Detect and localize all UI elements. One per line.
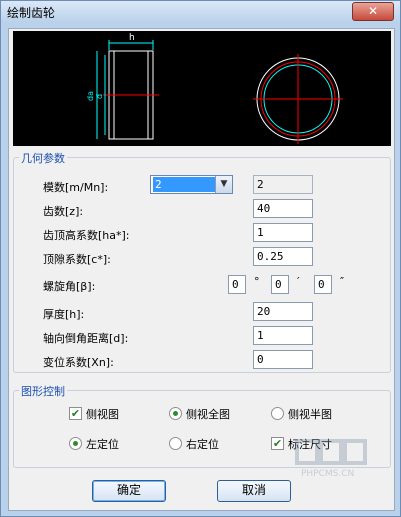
left-position-label: 左定位 xyxy=(86,438,119,451)
helix-degrees-input[interactable]: 0 xyxy=(228,275,246,294)
dim-d-label: d xyxy=(95,94,104,99)
dimension-checkbox[interactable]: ✔ xyxy=(271,437,284,450)
thickness-label: 厚度[h]: xyxy=(43,308,85,321)
side-half-radio[interactable] xyxy=(271,407,284,420)
watermark-graphic: PHPCMS.CN xyxy=(295,439,367,479)
side-view-label: 侧视图 xyxy=(86,408,119,421)
dim-h-label: h xyxy=(129,33,135,43)
close-icon: ✕ xyxy=(367,4,379,18)
watermark-logo: PHPCMS.CN xyxy=(291,437,381,479)
geometry-legend: 几何参数 xyxy=(19,150,67,166)
gear-preview: h da d xyxy=(13,31,391,146)
side-full-radio[interactable] xyxy=(169,407,182,420)
window-title: 绘制齿轮 xyxy=(7,6,56,20)
side-half-label: 侧视半图 xyxy=(288,408,332,421)
helix-degree-symbol: ° xyxy=(254,275,260,288)
helix-label: 螺旋角[β]: xyxy=(43,280,96,293)
helix-seconds-input[interactable]: 0 xyxy=(314,275,332,294)
dialog-window: 绘制齿轮 ✕ h da d 几何参数 模数[m/Mn]: 2 ▼ 2 齿数[z]… xyxy=(0,0,401,517)
helix-second-symbol: ″ xyxy=(340,275,345,288)
dim-da-label: da xyxy=(86,91,95,101)
title-bar[interactable]: 绘制齿轮 ✕ xyxy=(1,1,400,23)
left-position-radio[interactable] xyxy=(69,437,82,450)
chevron-down-icon[interactable]: ▼ xyxy=(215,176,232,193)
right-position-radio[interactable] xyxy=(169,437,182,450)
chamfer-input[interactable]: 1 xyxy=(253,326,313,345)
addendum-input[interactable]: 1 xyxy=(253,223,313,242)
module-select[interactable]: 2 ▼ xyxy=(150,175,233,194)
graphics-legend: 图形控制 xyxy=(19,383,67,399)
gear-preview-drawing: h da d xyxy=(86,33,343,144)
clearance-label: 顶隙系数[c*]: xyxy=(43,253,111,266)
shift-label: 变位系数[Xn]: xyxy=(43,356,114,369)
module-readout: 2 xyxy=(253,175,313,194)
close-button[interactable]: ✕ xyxy=(352,2,394,21)
ok-button[interactable]: 确定 xyxy=(92,480,166,502)
side-view-checkbox[interactable]: ✔ xyxy=(69,407,82,420)
helix-minutes-input[interactable]: 0 xyxy=(271,275,289,294)
right-position-label: 右定位 xyxy=(186,438,219,451)
teeth-label: 齿数[z]: xyxy=(43,205,84,218)
teeth-input[interactable]: 40 xyxy=(253,199,313,218)
watermark-text: PHPCMS.CN xyxy=(301,469,354,479)
module-label: 模数[m/Mn]: xyxy=(43,181,109,194)
module-select-value: 2 xyxy=(153,177,217,192)
chamfer-label: 轴向倒角距离[d]: xyxy=(43,332,129,345)
shift-input[interactable]: 0 xyxy=(253,350,313,369)
thickness-input[interactable]: 20 xyxy=(253,302,313,321)
addendum-label: 齿顶高系数[ha*]: xyxy=(43,229,130,242)
clearance-input[interactable]: 0.25 xyxy=(253,247,313,266)
side-full-label: 侧视全图 xyxy=(186,408,230,421)
helix-minute-symbol: ′ xyxy=(297,275,300,288)
cancel-button[interactable]: 取消 xyxy=(217,480,291,502)
